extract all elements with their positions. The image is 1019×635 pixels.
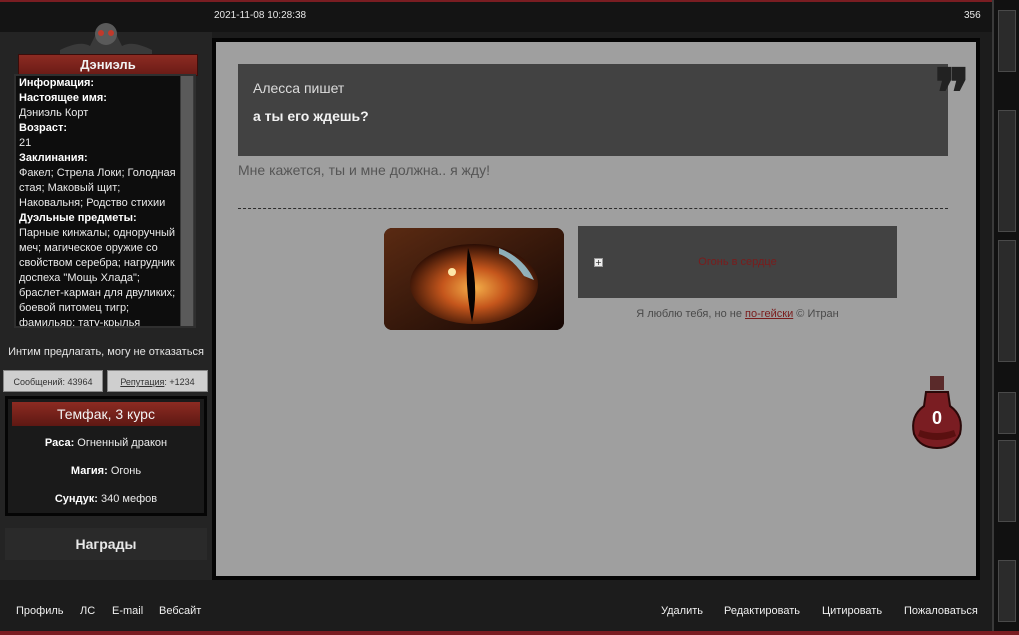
spoiler-block[interactable]: + Огонь в сердце: [578, 226, 897, 298]
reputation-value: : +1234: [164, 377, 195, 387]
quote-author: Алесса пишет: [253, 80, 345, 96]
post-date: 2021-11-08 10:28:38: [214, 10, 307, 21]
info-heading: Информация:: [19, 77, 95, 89]
bottom-frame-border: [0, 631, 1019, 635]
signature-divider: [238, 208, 948, 209]
author-tagline: Интим предлагать, могу не отказаться: [8, 346, 204, 358]
delete-link[interactable]: Удалить: [661, 605, 703, 617]
age-value: 21: [19, 137, 32, 149]
website-link[interactable]: Вебсайт: [159, 605, 201, 617]
real-name-value: Дэниэль Корт: [19, 107, 89, 119]
potion-bottle-icon[interactable]: 0: [906, 372, 968, 452]
reply-text: Мне кажется, ты и мне должна.. я жду!: [238, 162, 490, 178]
report-link[interactable]: Пожаловаться: [904, 605, 978, 617]
potion-count: 0: [931, 408, 942, 428]
quote-mark-icon: ❞: [934, 54, 970, 132]
magic-label: Магия:: [70, 465, 108, 477]
profile-link[interactable]: Профиль: [16, 605, 64, 617]
real-name-label: Настоящее имя:: [19, 92, 107, 104]
reputation-button[interactable]: Репутация: +1234: [107, 370, 208, 392]
chest-row: Сундук: 340 мефов: [8, 493, 204, 505]
messages-count[interactable]: Сообщений: 43964: [3, 370, 103, 392]
race-row: Раса: Огненный дракон: [8, 437, 204, 449]
pm-link[interactable]: ЛС: [80, 605, 95, 617]
decorative-side-rail: [992, 0, 1019, 635]
signature-prefix: Я люблю тебя, но не: [636, 308, 745, 320]
spoiler-title[interactable]: Огонь в сердце: [578, 256, 897, 268]
post-content: Алесса пишет а ты его ждешь? ❞ Мне кажет…: [212, 38, 980, 580]
chest-label: Сундук:: [54, 493, 98, 505]
race-label: Раса:: [44, 437, 75, 449]
spells-value: Факел; Стрела Локи; Голодная стая; Маков…: [19, 167, 176, 209]
post-number-link[interactable]: 356: [964, 10, 981, 21]
signature-text: Я люблю тебя, но не по-гейски © Итран: [578, 308, 897, 320]
duel-items-value: Парные кинжалы; одноручный меч; магическ…: [19, 227, 176, 328]
dragon-eye-image: [384, 228, 564, 330]
edit-link[interactable]: Редактировать: [724, 605, 800, 617]
quote-text: а ты его ждешь?: [253, 108, 369, 124]
author-profile: Дэниэль Информация: Настоящее имя: Дэниэ…: [0, 23, 212, 580]
info-scrollbar[interactable]: [180, 76, 194, 326]
profile-info-text: Информация: Настоящее имя: Дэниэль Корт …: [19, 76, 179, 328]
skull-ornament-icon: [60, 23, 152, 56]
awards-header[interactable]: Награды: [5, 528, 207, 560]
duel-items-label: Дуэльные предметы:: [19, 212, 137, 224]
race-value: Огненный дракон: [74, 437, 168, 449]
quote-block: Алесса пишет а ты его ждешь? ❞: [238, 60, 970, 156]
signature-suffix: © Итран: [793, 308, 839, 320]
faculty-box: Темфак, 3 курс Раса: Огненный дракон Маг…: [5, 396, 207, 516]
faculty-title: Темфак, 3 курс: [12, 402, 200, 426]
spells-label: Заклинания:: [19, 152, 88, 164]
chest-value: 340 мефов: [97, 493, 158, 505]
quote-link[interactable]: Цитировать: [822, 605, 882, 617]
magic-value: Огонь: [107, 465, 142, 477]
author-name[interactable]: Дэниэль: [18, 54, 198, 76]
email-link[interactable]: E-mail: [112, 605, 143, 617]
age-label: Возраст:: [19, 122, 67, 134]
reputation-link[interactable]: Репутация: [120, 377, 164, 387]
profile-info-box: Информация: Настоящее имя: Дэниэль Корт …: [14, 74, 196, 328]
magic-row: Магия: Огонь: [8, 465, 204, 477]
signature-link[interactable]: по-гейски: [745, 308, 793, 320]
